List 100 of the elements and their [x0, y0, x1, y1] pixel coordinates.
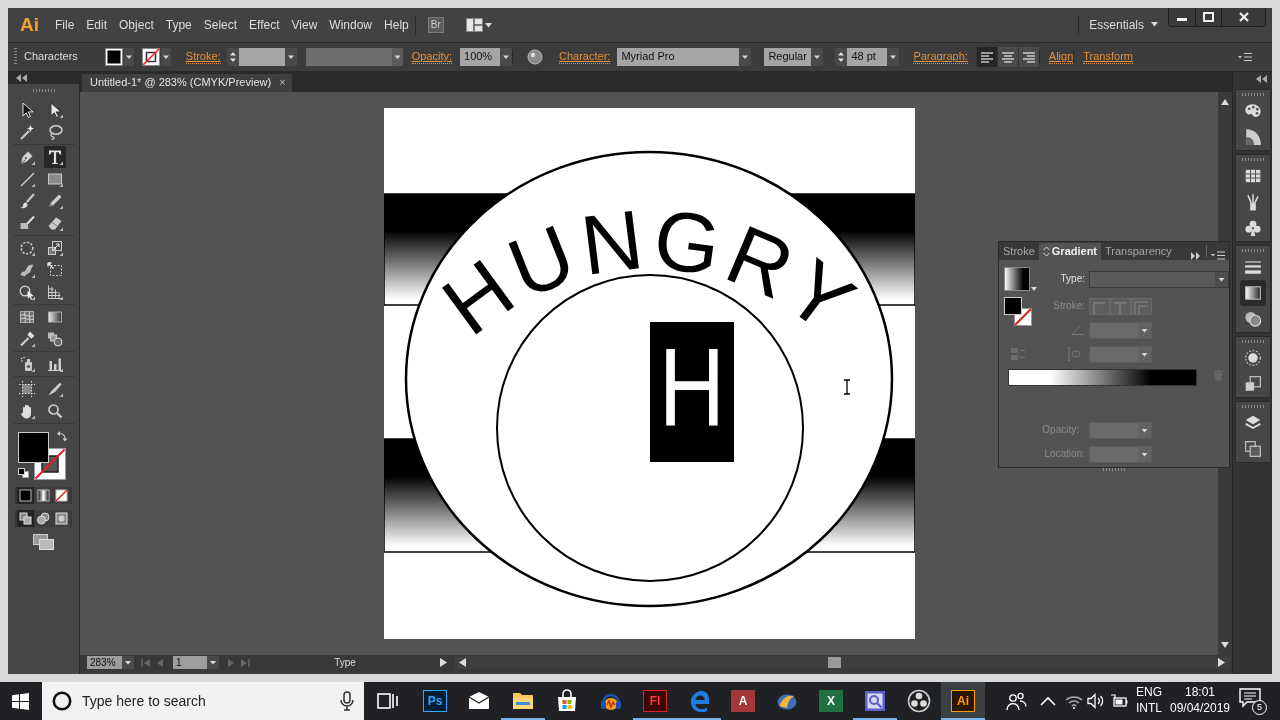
- blob-brush-icon[interactable]: [18, 215, 35, 231]
- menu-item[interactable]: Window: [323, 15, 379, 35]
- artboard-field[interactable]: 1: [173, 656, 207, 669]
- screen-mode-icon[interactable]: [33, 534, 54, 550]
- dropdown-field[interactable]: [305, 48, 392, 66]
- opacity-field[interactable]: 100%: [460, 48, 500, 66]
- rectangle-icon[interactable]: [46, 171, 63, 187]
- grip-handle[interactable]: [1103, 468, 1125, 471]
- grip-handle[interactable]: [1241, 158, 1264, 161]
- overlapping-circles-icon[interactable]: [1243, 310, 1262, 328]
- double-arrow-icon[interactable]: [1191, 252, 1200, 260]
- caret-icon[interactable]: [391, 48, 403, 66]
- caret-icon[interactable]: [123, 48, 134, 66]
- grip-handle[interactable]: [1241, 249, 1264, 252]
- grip-handle[interactable]: [1241, 93, 1264, 96]
- caret-icon[interactable]: [887, 48, 900, 66]
- knife-icon[interactable]: [46, 381, 63, 397]
- scrollbar-thumb[interactable]: [828, 657, 842, 668]
- styles-squares-icon[interactable]: [1243, 375, 1262, 393]
- line-icon[interactable]: [18, 171, 35, 187]
- grip-handle[interactable]: [32, 89, 55, 92]
- menu-item[interactable]: File: [49, 15, 81, 35]
- start-icon[interactable]: [11, 692, 29, 710]
- notification-icon[interactable]: [1239, 688, 1261, 708]
- scroll-left-icon[interactable]: [459, 658, 466, 667]
- menu-item[interactable]: Help: [378, 15, 415, 35]
- taskbar-button[interactable]: Ai: [941, 682, 985, 720]
- caret-icon[interactable]: [1031, 287, 1037, 291]
- draw-behind-icon[interactable]: [35, 510, 52, 527]
- window-layout-icon[interactable]: [465, 18, 483, 32]
- stroke-link[interactable]: Stroke:: [185, 50, 221, 64]
- grip-handle[interactable]: [1241, 405, 1264, 408]
- gradient-icon[interactable]: [46, 309, 63, 325]
- taskbar-button[interactable]: A: [721, 682, 765, 720]
- transform-link[interactable]: Transform: [1083, 50, 1133, 64]
- people-icon[interactable]: [1005, 691, 1027, 711]
- paintbrush-icon[interactable]: [18, 193, 35, 209]
- taskbar-button[interactable]: Ps: [413, 682, 457, 720]
- shape-builder-icon[interactable]: [18, 284, 35, 300]
- clock-time[interactable]: 18:01: [1185, 685, 1215, 701]
- menu-item[interactable]: View: [285, 15, 324, 35]
- search-field[interactable]: Type here to search: [82, 690, 330, 712]
- caret-icon[interactable]: [500, 48, 512, 66]
- font-style-field[interactable]: Regular: [764, 48, 812, 66]
- menu-item[interactable]: Select: [197, 15, 244, 35]
- wifi-icon[interactable]: [1065, 693, 1083, 709]
- battery-icon[interactable]: [1110, 694, 1128, 708]
- clock-date[interactable]: 09/04/2019: [1169, 701, 1231, 717]
- spray-can-icon[interactable]: [18, 356, 35, 372]
- gradient-mode-icon[interactable]: [35, 487, 52, 504]
- spinner-icon[interactable]: [835, 48, 848, 66]
- pencil-icon[interactable]: [46, 193, 63, 209]
- no-fill-mode-icon[interactable]: [53, 487, 70, 504]
- bridge-button[interactable]: Br: [427, 17, 444, 33]
- align-left-button[interactable]: [975, 47, 997, 67]
- close-button[interactable]: [1221, 8, 1265, 26]
- palette-icon[interactable]: [1243, 102, 1262, 120]
- horizontal-scrollbar[interactable]: [455, 656, 1231, 669]
- panel-tab[interactable]: Gradient: [1038, 243, 1102, 260]
- gradient-ramp[interactable]: [1008, 369, 1197, 386]
- blend-icon[interactable]: [46, 331, 63, 347]
- font-size-field[interactable]: 48 pt: [847, 48, 888, 66]
- menu-arrow-icon[interactable]: [440, 658, 447, 667]
- collapse-arrows-icon[interactable]: [16, 74, 27, 82]
- grip-handle[interactable]: [1241, 340, 1264, 343]
- speaker-icon[interactable]: [1087, 693, 1105, 709]
- panel-menu-icon[interactable]: [1238, 52, 1252, 62]
- taskbar-button[interactable]: Fl: [633, 682, 677, 720]
- keyboard-layout[interactable]: INTL: [1136, 701, 1162, 717]
- caret-icon[interactable]: [739, 48, 752, 66]
- menu-item[interactable]: Type: [159, 15, 198, 35]
- eraser-icon[interactable]: [46, 215, 63, 231]
- workspace-button[interactable]: Essentials: [1079, 17, 1166, 33]
- chevron-up-icon[interactable]: [1040, 696, 1056, 706]
- scroll-right-icon[interactable]: [1218, 658, 1225, 667]
- layers-icon[interactable]: [1243, 414, 1262, 432]
- language-code[interactable]: ENG: [1136, 685, 1162, 701]
- panel-tab[interactable]: Stroke: [999, 243, 1039, 260]
- free-transform-icon[interactable]: [46, 262, 63, 278]
- collapse-arrows-icon[interactable]: [1256, 75, 1267, 83]
- gradient-swatch-icon[interactable]: [1004, 267, 1030, 291]
- stroke-lines-icon[interactable]: [1243, 258, 1262, 276]
- zoom-field[interactable]: 283%: [87, 656, 122, 669]
- caret-icon[interactable]: [160, 48, 171, 66]
- menu-item[interactable]: Object: [113, 15, 160, 35]
- document-tab[interactable]: Untitled-1* @ 283% (CMYK/Preview) ×: [82, 74, 292, 92]
- menu-item[interactable]: Effect: [243, 15, 286, 35]
- paragraph-link[interactable]: Paragraph:: [913, 50, 968, 64]
- minimize-button[interactable]: [1169, 8, 1195, 26]
- stacked-rectangles-icon[interactable]: [1243, 440, 1262, 458]
- tab-close-button[interactable]: ×: [279, 76, 286, 90]
- caret-icon[interactable]: [122, 656, 134, 669]
- stroke-weight-field[interactable]: [238, 48, 285, 66]
- type-tool-icon[interactable]: [43, 146, 66, 168]
- fill-stroke-swatch-icon[interactable]: [1004, 297, 1032, 327]
- artboard-icon[interactable]: [18, 381, 35, 397]
- taskbar-button[interactable]: X: [809, 682, 853, 720]
- swap-arrow-icon[interactable]: [56, 431, 67, 442]
- caret-icon[interactable]: [207, 656, 219, 669]
- eyedropper-icon[interactable]: [18, 331, 35, 347]
